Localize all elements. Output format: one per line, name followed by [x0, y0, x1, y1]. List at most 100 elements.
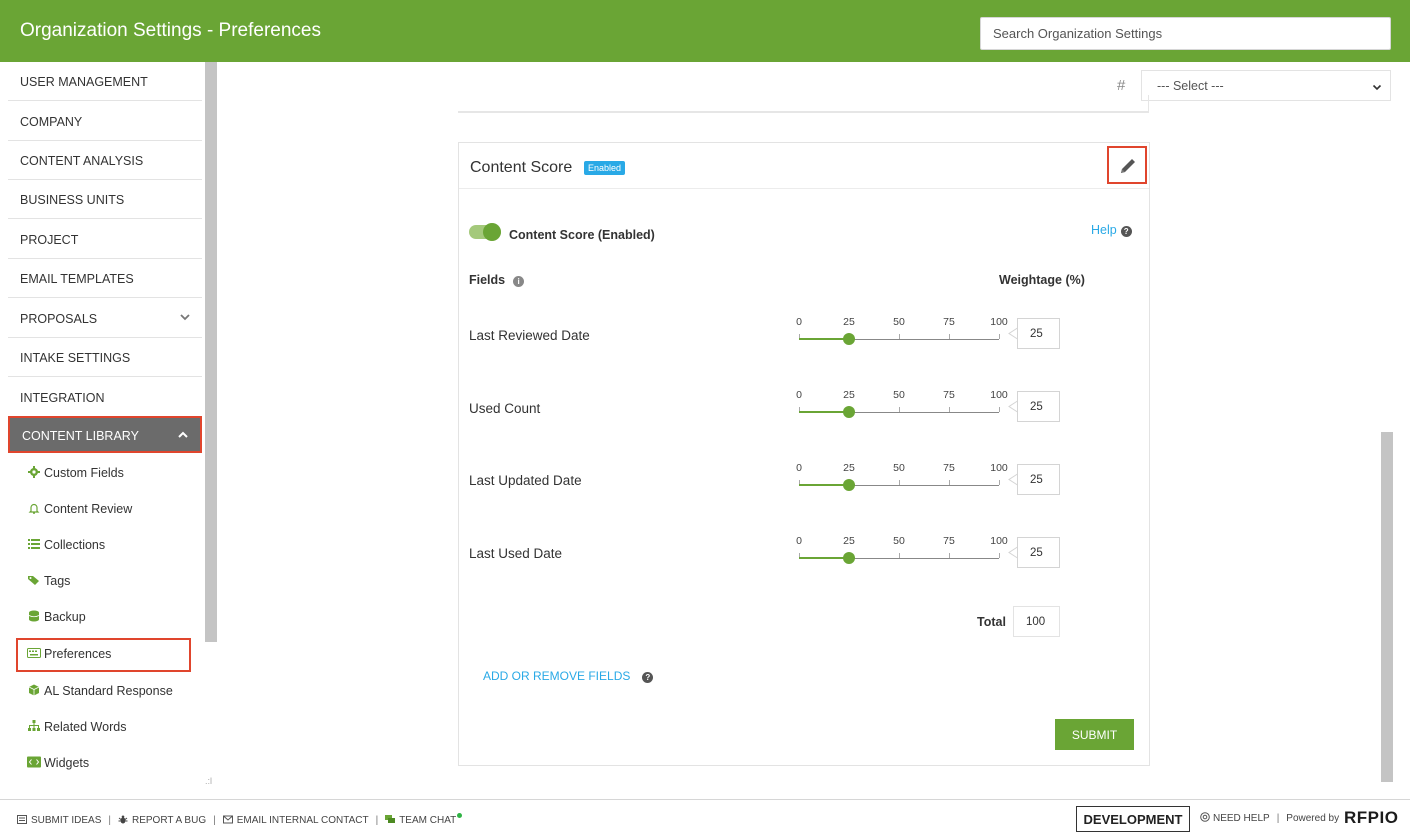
sidebar-item-email-templates[interactable]: EMAIL TEMPLATES	[8, 259, 202, 298]
slider-tick-label: 50	[893, 389, 905, 401]
weight-value-box[interactable]: 25	[1017, 391, 1060, 422]
previous-card-edge	[458, 111, 1149, 113]
card-title: Content Score	[470, 159, 573, 176]
slider-tick-label: 50	[893, 316, 905, 328]
sidebar-subitem-backup[interactable]: Backup	[27, 610, 86, 632]
add-remove-fields-link[interactable]: ADD OR REMOVE FIELDS?	[483, 669, 654, 683]
sidebar-subitem-widgets[interactable]: Widgets	[27, 756, 89, 778]
report-bug-link[interactable]: REPORT A BUG	[118, 815, 206, 826]
sidebar-item-project[interactable]: PROJECT	[8, 220, 202, 259]
slider-tick-label: 25	[843, 462, 855, 474]
toggle-knob	[483, 223, 501, 241]
sidebar-item-label: CONTENT LIBRARY	[22, 429, 139, 443]
slider-tick-label: 100	[990, 316, 1008, 328]
slider-tick	[999, 553, 1000, 558]
sidebar-item-label: INTEGRATION	[20, 391, 105, 405]
need-help-link[interactable]: NEED HELP	[1200, 812, 1270, 824]
sidebar-item-integration[interactable]: INTEGRATION	[8, 378, 202, 417]
team-chat-link[interactable]: TEAM CHAT	[385, 813, 463, 826]
online-status-dot	[457, 813, 463, 818]
field-select-dropdown[interactable]: --- Select ---	[1141, 70, 1391, 101]
add-remove-fields-label: ADD OR REMOVE FIELDS	[483, 669, 631, 683]
slider-tick-label: 100	[990, 535, 1008, 547]
search-input[interactable]	[980, 17, 1391, 50]
weight-value-box[interactable]: 25	[1017, 318, 1060, 349]
slider-fill	[799, 557, 849, 559]
logo-text: RFPIO	[1344, 808, 1399, 827]
weight-value-box[interactable]: 25	[1017, 464, 1060, 495]
sidebar-item-proposals[interactable]: PROPOSALS	[8, 299, 202, 338]
sidebar-subitem-collections[interactable]: Collections	[27, 538, 105, 560]
footer-separator: |	[108, 815, 111, 826]
sidebar-subitem-al-standard-response[interactable]: AL Standard Response	[27, 684, 173, 706]
need-help-label: NEED HELP	[1213, 813, 1270, 824]
weight-value-box[interactable]: 25	[1017, 537, 1060, 568]
field-row-label: Last Reviewed Date	[469, 328, 590, 343]
slider-tick-label: 0	[796, 462, 802, 474]
sidebar-item-label: INTAKE SETTINGS	[20, 351, 131, 365]
sidebar-item-user-management[interactable]: USER MANAGEMENT	[8, 62, 202, 101]
sidebar-subitem-label: Widgets	[44, 756, 90, 770]
field-row-label: Used Count	[469, 401, 541, 416]
resize-grip-icon[interactable]: .:l	[205, 776, 212, 786]
sidebar-subitem-tags[interactable]: Tags	[27, 574, 70, 596]
sidebar-item-intake-settings[interactable]: INTAKE SETTINGS	[8, 338, 202, 377]
edit-button[interactable]	[1107, 146, 1147, 184]
slider-tick-label: 100	[990, 462, 1008, 474]
sidebar-item-company[interactable]: COMPANY	[8, 102, 202, 141]
sidebar-item-label: CONTENT ANALYSIS	[20, 154, 144, 168]
weight-slider[interactable]: 0 25 50 75 100	[796, 535, 1008, 569]
submit-button[interactable]: SUBMIT	[1055, 719, 1134, 750]
help-link[interactable]: Help?	[1091, 223, 1132, 237]
slider-tick-label: 75	[943, 389, 955, 401]
slider-fill	[799, 484, 849, 486]
app-footer: SUBMIT IDEAS | REPORT A BUG | EMAIL INTERNAL…	[0, 799, 1410, 837]
gear-icon	[28, 466, 40, 478]
sidebar-item-content-library[interactable]: CONTENT LIBRARY	[8, 416, 202, 453]
comment-icon	[17, 815, 27, 824]
sidebar: USER MANAGEMENT COMPANY CONTENT ANALYSIS…	[0, 62, 204, 790]
tags-icon	[28, 576, 39, 585]
fields-header: Fields i	[469, 273, 525, 287]
weight-slider[interactable]: 0 25 50 75 100	[796, 389, 1008, 423]
bug-icon	[118, 815, 128, 824]
question-circle-icon: ?	[1120, 226, 1132, 237]
sidebar-item-content-analysis[interactable]: CONTENT ANALYSIS	[8, 141, 202, 180]
sidebar-scrollbar-thumb[interactable]	[205, 62, 217, 642]
slider-thumb[interactable]	[843, 479, 855, 491]
chevron-up-icon	[178, 431, 188, 438]
slider-thumb[interactable]	[843, 333, 855, 345]
total-label: Total	[977, 615, 1006, 629]
chevron-down-icon	[1372, 84, 1382, 91]
sidebar-item-label: USER MANAGEMENT	[20, 75, 148, 89]
submit-ideas-link[interactable]: SUBMIT IDEAS	[17, 815, 101, 826]
slider-tick	[999, 334, 1000, 339]
info-icon[interactable]: i	[513, 276, 525, 287]
weight-slider[interactable]: 0 25 50 75 100	[796, 316, 1008, 350]
slider-fill	[799, 411, 849, 413]
content-score-toggle[interactable]	[469, 223, 501, 241]
sidebar-item-business-units[interactable]: BUSINESS UNITS	[8, 180, 202, 219]
weight-slider[interactable]: 0 25 50 75 100	[796, 462, 1008, 496]
slider-tick-label: 50	[893, 462, 905, 474]
sidebar-item-label: BUSINESS UNITS	[20, 193, 125, 207]
content-score-card: Content Score Enabled Content Score (Ena…	[458, 142, 1150, 766]
sidebar-subitem-label: Custom Fields	[44, 466, 124, 480]
app-header: Organization Settings - Preferences	[0, 0, 1410, 62]
submit-ideas-label: SUBMIT IDEAS	[31, 815, 102, 826]
slider-tick	[999, 480, 1000, 485]
sidebar-subitem-related-words[interactable]: Related Words	[27, 720, 126, 742]
main-scrollbar-thumb[interactable]	[1381, 432, 1393, 782]
hash-icon: #	[1117, 77, 1126, 94]
page-title: Organization Settings - Preferences	[20, 20, 321, 41]
slider-tick	[999, 407, 1000, 412]
footer-right: NEED HELP | Powered by	[1200, 812, 1339, 824]
sidebar-subitem-content-review[interactable]: Content Review	[27, 502, 132, 524]
slider-tick-label: 25	[843, 316, 855, 328]
slider-thumb[interactable]	[843, 552, 855, 564]
weightage-header: Weightage (%)	[999, 273, 1085, 287]
toggle-label: Content Score (Enabled)	[509, 228, 655, 242]
slider-thumb[interactable]	[843, 406, 855, 418]
sidebar-subitem-custom-fields[interactable]: Custom Fields	[27, 466, 124, 488]
email-contact-link[interactable]: EMAIL INTERNAL CONTACT	[222, 815, 369, 826]
